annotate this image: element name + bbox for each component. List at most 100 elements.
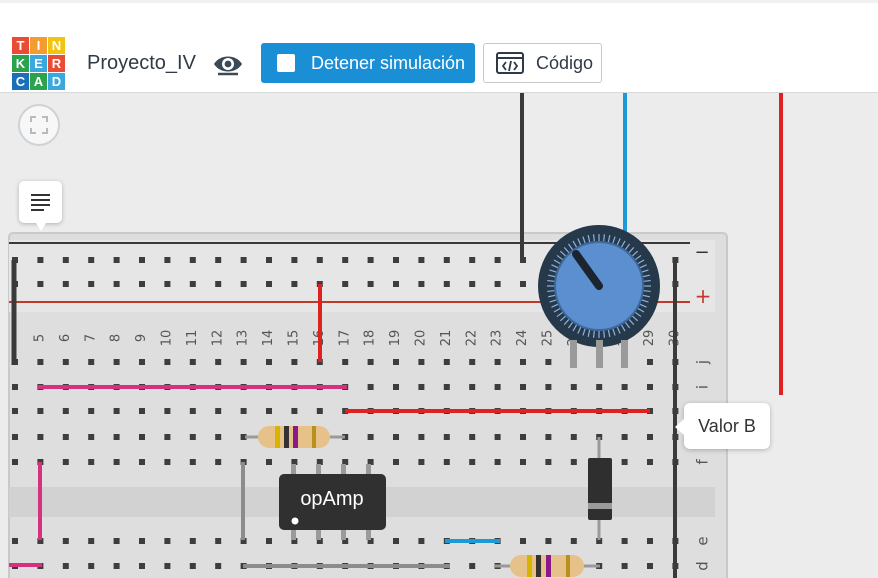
- breadboard-hole[interactable]: [215, 257, 222, 263]
- breadboard-hole[interactable]: [12, 384, 18, 390]
- breadboard-hole[interactable]: [164, 359, 171, 365]
- breadboard-hole[interactable]: [393, 538, 399, 544]
- breadboard-hole[interactable]: [113, 257, 120, 263]
- breadboard-hole[interactable]: [621, 459, 628, 465]
- breadboard-hole[interactable]: [62, 563, 69, 569]
- breadboard-hole[interactable]: [37, 408, 44, 414]
- breadboard-hole[interactable]: [189, 281, 196, 287]
- breadboard-hole[interactable]: [37, 257, 44, 263]
- breadboard-hole[interactable]: [469, 434, 476, 440]
- breadboard-hole[interactable]: [266, 359, 272, 365]
- breadboard-hole[interactable]: [189, 359, 196, 365]
- breadboard-hole[interactable]: [418, 459, 425, 465]
- breadboard-hole[interactable]: [621, 434, 628, 440]
- breadboard-hole[interactable]: [545, 384, 552, 390]
- breadboard-hole[interactable]: [240, 408, 247, 414]
- breadboard-hole[interactable]: [164, 459, 171, 465]
- breadboard-hole[interactable]: [469, 281, 476, 287]
- breadboard-hole[interactable]: [88, 563, 95, 569]
- breadboard-hole[interactable]: [520, 359, 526, 365]
- breadboard-hole[interactable]: [621, 384, 628, 390]
- tinkercad-logo[interactable]: TIN KER CAD: [12, 37, 66, 91]
- breadboard-hole[interactable]: [139, 281, 145, 287]
- breadboard-hole[interactable]: [266, 408, 272, 414]
- breadboard-hole[interactable]: [139, 563, 145, 569]
- breadboard-hole[interactable]: [647, 538, 653, 544]
- breadboard-hole[interactable]: [647, 434, 653, 440]
- breadboard-hole[interactable]: [266, 538, 272, 544]
- breadboard-hole[interactable]: [393, 257, 399, 263]
- breadboard-hole[interactable]: [367, 281, 374, 287]
- breadboard-hole[interactable]: [215, 434, 222, 440]
- breadboard-hole[interactable]: [164, 538, 171, 544]
- breadboard-hole[interactable]: [164, 257, 171, 263]
- breadboard-hole[interactable]: [215, 538, 222, 544]
- breadboard-hole[interactable]: [621, 538, 628, 544]
- breadboard-hole[interactable]: [545, 538, 552, 544]
- breadboard-hole[interactable]: [164, 563, 171, 569]
- breadboard-hole[interactable]: [647, 563, 653, 569]
- breadboard-hole[interactable]: [418, 538, 425, 544]
- breadboard-hole[interactable]: [139, 257, 145, 263]
- breadboard-hole[interactable]: [37, 434, 44, 440]
- breadboard-hole[interactable]: [443, 257, 450, 263]
- breadboard-hole[interactable]: [443, 459, 450, 465]
- breadboard-hole[interactable]: [494, 281, 501, 287]
- breadboard-hole[interactable]: [469, 359, 476, 365]
- project-title[interactable]: Proyecto_IV: [87, 52, 196, 75]
- breadboard-hole[interactable]: [494, 359, 501, 365]
- breadboard-hole[interactable]: [62, 538, 69, 544]
- breadboard-hole[interactable]: [545, 434, 552, 440]
- breadboard-hole[interactable]: [393, 434, 399, 440]
- breadboard-hole[interactable]: [621, 563, 628, 569]
- breadboard-hole[interactable]: [443, 359, 450, 365]
- circuit-svg[interactable]: − + 5 6 7 8 9 10 11 12 13 14 15 16 17 18 19 20 21 22 23 24 2…: [0, 93, 878, 578]
- breadboard-hole[interactable]: [443, 281, 450, 287]
- breadboard-hole[interactable]: [545, 459, 552, 465]
- breadboard-hole[interactable]: [62, 359, 69, 365]
- breadboard-hole[interactable]: [189, 563, 196, 569]
- breadboard-hole[interactable]: [37, 359, 44, 365]
- breadboard-hole[interactable]: [164, 281, 171, 287]
- breadboard-hole[interactable]: [596, 384, 603, 390]
- fit-view-button[interactable]: [18, 104, 60, 146]
- breadboard-hole[interactable]: [139, 359, 145, 365]
- breadboard-hole[interactable]: [393, 359, 399, 365]
- code-button[interactable]: Código: [483, 43, 602, 83]
- eye-icon[interactable]: [212, 50, 244, 78]
- breadboard-hole[interactable]: [418, 257, 425, 263]
- breadboard-hole[interactable]: [520, 434, 526, 440]
- breadboard-hole[interactable]: [418, 359, 425, 365]
- breadboard-hole[interactable]: [418, 434, 425, 440]
- breadboard-hole[interactable]: [494, 434, 501, 440]
- breadboard-hole[interactable]: [291, 408, 298, 414]
- breadboard-hole[interactable]: [469, 563, 476, 569]
- breadboard-hole[interactable]: [520, 384, 526, 390]
- breadboard-hole[interactable]: [189, 459, 196, 465]
- breadboard-hole[interactable]: [570, 384, 577, 390]
- breadboard-hole[interactable]: [215, 563, 222, 569]
- breadboard-hole[interactable]: [240, 257, 247, 263]
- breadboard-hole[interactable]: [342, 359, 349, 365]
- breadboard-hole[interactable]: [12, 459, 18, 465]
- breadboard-hole[interactable]: [316, 408, 323, 414]
- breadboard-hole[interactable]: [37, 281, 44, 287]
- breadboard-hole[interactable]: [316, 257, 323, 263]
- circuit-canvas[interactable]: − + 5 6 7 8 9 10 11 12 13 14 15 16 17 18 19 20 21 22 23 24 2…: [0, 93, 878, 578]
- breadboard-hole[interactable]: [88, 408, 95, 414]
- breadboard-hole[interactable]: [113, 563, 120, 569]
- breadboard-hole[interactable]: [215, 359, 222, 365]
- breadboard-hole[interactable]: [647, 359, 653, 365]
- breadboard-hole[interactable]: [469, 459, 476, 465]
- breadboard-hole[interactable]: [88, 281, 95, 287]
- breadboard-hole[interactable]: [520, 281, 526, 287]
- breadboard-hole[interactable]: [443, 384, 450, 390]
- breadboard-hole[interactable]: [494, 384, 501, 390]
- breadboard-hole[interactable]: [393, 459, 399, 465]
- breadboard-hole[interactable]: [570, 538, 577, 544]
- breadboard-hole[interactable]: [291, 281, 298, 287]
- breadboard-hole[interactable]: [266, 257, 272, 263]
- breadboard-hole[interactable]: [62, 434, 69, 440]
- breadboard-hole[interactable]: [418, 384, 425, 390]
- breadboard-hole[interactable]: [494, 257, 501, 263]
